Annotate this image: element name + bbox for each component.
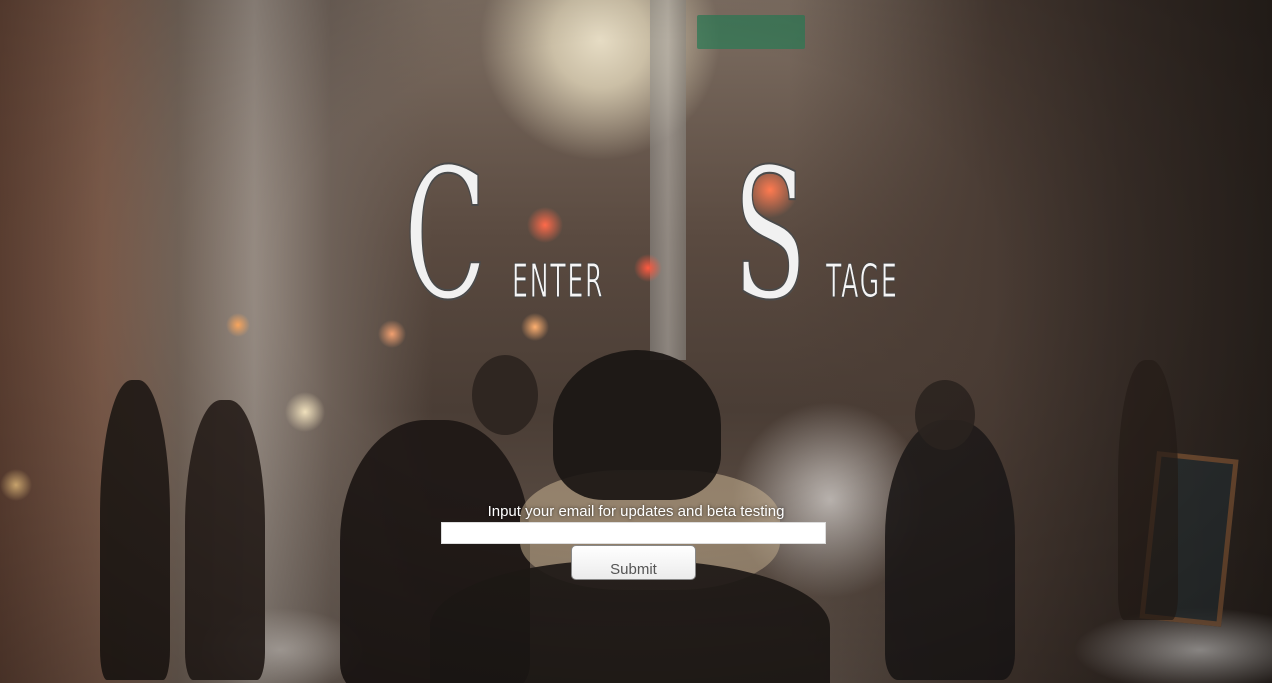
signup-prompt: Input your email for updates and beta te…	[487, 503, 785, 520]
logo-word-rest: ENTER	[511, 254, 604, 308]
signup-form: Input your email for updates and beta te…	[0, 503, 1272, 580]
logo-word-stage: S TAGE	[732, 130, 958, 340]
submit-button[interactable]: Submit	[571, 545, 696, 580]
logo-word-rest: TAGE	[826, 254, 899, 308]
landing-page: C ENTER S TAGE Input your email for upda…	[0, 0, 1272, 683]
logo-initial: C	[403, 130, 487, 340]
logo-word-center: C ENTER	[403, 130, 679, 340]
logo-initial: S	[732, 130, 807, 340]
logo: C ENTER S TAGE	[0, 96, 1272, 340]
email-input[interactable]	[441, 522, 826, 544]
